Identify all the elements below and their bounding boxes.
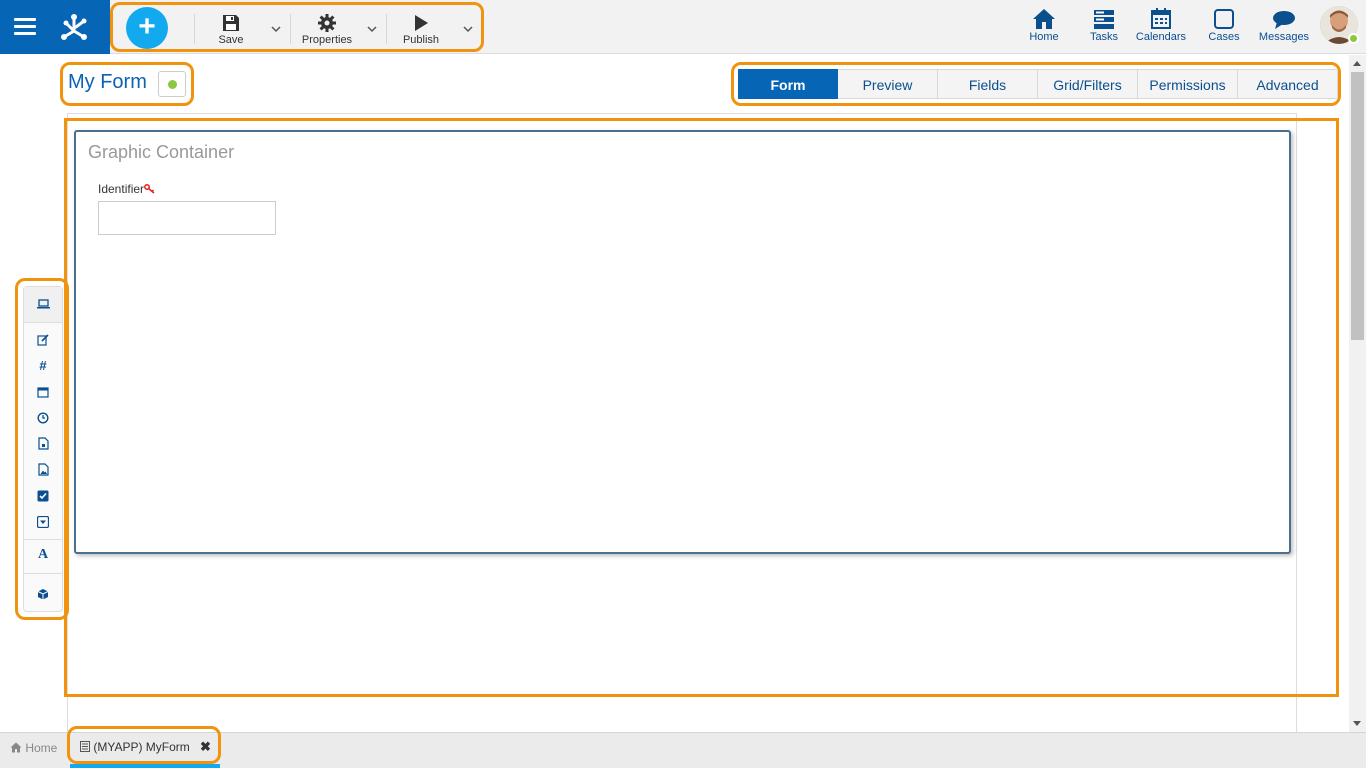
properties-label: Properties: [301, 34, 353, 46]
scroll-down-icon[interactable]: [1353, 721, 1361, 726]
tab-advanced[interactable]: Advanced: [1238, 69, 1338, 99]
chevron-down-icon[interactable]: [461, 22, 475, 36]
clock-icon[interactable]: [24, 407, 62, 429]
nav-home-label: Home: [1029, 31, 1059, 43]
control-palette: # A: [23, 286, 63, 612]
calendar-icon: [1151, 8, 1171, 29]
active-tab-indicator: [70, 764, 220, 768]
nav-home[interactable]: Home: [1014, 7, 1074, 43]
status-indicator-button[interactable]: [158, 71, 186, 97]
nav-cases[interactable]: Cases: [1194, 7, 1254, 43]
menu-icon[interactable]: [14, 18, 36, 36]
add-button[interactable]: +: [126, 7, 168, 49]
checkbox-icon[interactable]: [24, 485, 62, 507]
chevron-down-icon[interactable]: [365, 22, 379, 36]
identifier-label-text: Identifier: [98, 182, 145, 196]
save-label: Save: [218, 34, 244, 46]
tab-grid-filters[interactable]: Grid/Filters: [1038, 69, 1138, 99]
status-dot-icon: [168, 80, 177, 89]
publish-label: Publish: [402, 34, 440, 46]
tab-form[interactable]: Form: [738, 69, 838, 99]
form-icon: [80, 741, 90, 752]
home-icon: [10, 742, 22, 753]
form-title-area: My Form: [60, 62, 194, 106]
scroll-thumb[interactable]: [1351, 72, 1364, 340]
box-icon[interactable]: [24, 583, 62, 605]
tasks-icon: [1094, 10, 1114, 29]
online-status-dot: [1348, 33, 1359, 44]
brand-area: [0, 0, 110, 54]
save-icon: [223, 15, 239, 31]
container-title: Graphic Container: [88, 142, 235, 162]
tab-bar: Form Preview Fields Grid/Filters Permiss…: [731, 62, 1341, 106]
text-icon[interactable]: A: [24, 544, 62, 566]
hash-icon[interactable]: #: [24, 355, 62, 377]
home-icon: [1033, 9, 1055, 29]
publish-button[interactable]: Publish: [397, 10, 445, 50]
close-icon[interactable]: ✖: [200, 739, 211, 755]
nav-calendars-label: Calendars: [1135, 31, 1187, 43]
identifier-label: Identifier: [98, 182, 156, 196]
cases-icon: [1214, 9, 1234, 29]
tab-preview[interactable]: Preview: [838, 69, 938, 99]
nav-messages[interactable]: Messages: [1254, 7, 1314, 43]
image-icon[interactable]: [24, 459, 62, 481]
gear-icon: [318, 14, 336, 32]
tab-permissions[interactable]: Permissions: [1138, 69, 1238, 99]
play-icon: [415, 15, 428, 31]
doc-tab[interactable]: (MYAPP) MyForm: [80, 740, 190, 754]
laptop-icon: [37, 299, 50, 309]
nav-cases-label: Cases: [1208, 31, 1240, 43]
calendar-control-icon[interactable]: [24, 381, 62, 403]
vertical-scrollbar[interactable]: [1349, 55, 1366, 732]
main-toolbar: + Save Properties Publish: [110, 2, 484, 52]
edit-control-icon[interactable]: [24, 329, 62, 351]
toolbar-divider: [290, 14, 291, 44]
dropdown-icon[interactable]: [24, 511, 62, 533]
nav-calendars[interactable]: Calendars: [1131, 7, 1191, 43]
toolbar-divider: [194, 14, 195, 44]
identifier-input[interactable]: [98, 201, 276, 235]
toolbar-divider: [386, 14, 387, 44]
tab-fields[interactable]: Fields: [938, 69, 1038, 99]
palette-header[interactable]: [24, 287, 62, 323]
chevron-down-icon[interactable]: [269, 22, 283, 36]
home-tab-label: Home: [25, 741, 58, 755]
nav-messages-label: Messages: [1258, 31, 1310, 43]
properties-button[interactable]: Properties: [299, 10, 355, 50]
page-title: My Form: [68, 71, 147, 93]
save-button[interactable]: Save: [208, 10, 254, 50]
file-icon[interactable]: [24, 433, 62, 455]
messages-icon: [1273, 11, 1295, 29]
scroll-up-icon[interactable]: [1353, 61, 1361, 66]
top-bar: + Save Properties Publish Home Tasks Cal…: [0, 0, 1366, 54]
nav-tasks[interactable]: Tasks: [1074, 7, 1134, 43]
app-logo-icon[interactable]: [56, 9, 92, 45]
key-icon: [144, 184, 155, 194]
home-tab[interactable]: Home: [10, 741, 57, 755]
nav-tasks-label: Tasks: [1089, 31, 1119, 43]
graphic-container[interactable]: Graphic Container Identifier: [74, 130, 1291, 554]
doc-tab-label: (MYAPP) MyForm: [93, 740, 190, 754]
